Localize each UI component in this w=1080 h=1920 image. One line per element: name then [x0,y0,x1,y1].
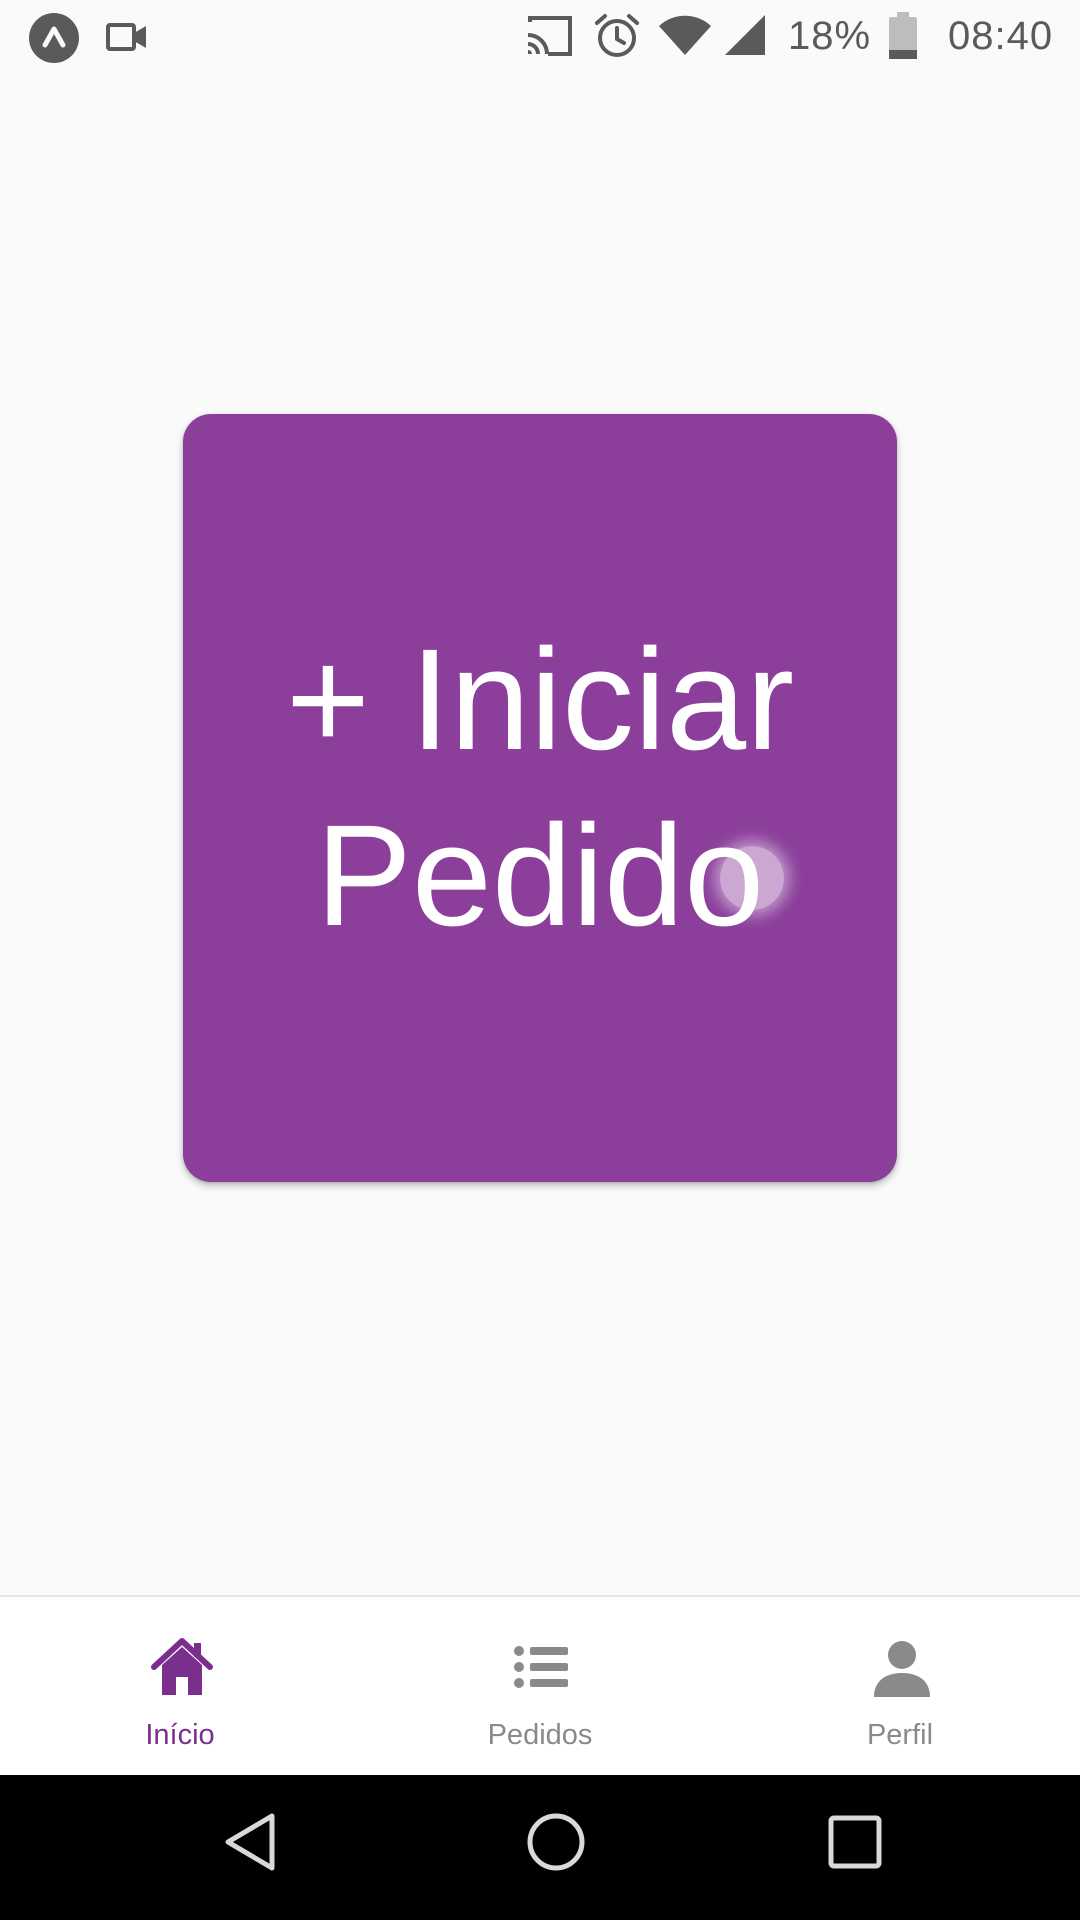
start-order-label: + Iniciar Pedido [285,619,795,956]
cast-icon [526,16,572,61]
bottom-navigation: Início Pedidos Perfil [0,1595,1080,1775]
nav-label-perfil: Perfil [866,1719,934,1751]
battery-percentage: 18% [788,14,872,58]
cell-signal-icon [724,14,766,61]
back-icon[interactable] [222,1812,278,1877]
main-content: + Iniciar Pedido [0,80,1080,1595]
alarm-icon [594,13,640,64]
system-navigation-bar [0,1775,1080,1920]
home-circle-icon[interactable] [526,1812,586,1877]
nav-label-inicio: Início [145,1719,215,1751]
battery-icon [888,12,918,65]
home-icon [151,1638,213,1695]
nav-item-inicio[interactable]: Início [0,1597,360,1775]
start-order-button[interactable]: + Iniciar Pedido [183,414,897,1182]
video-record-icon [106,22,148,57]
nav-item-pedidos[interactable]: Pedidos [360,1597,720,1775]
recents-icon[interactable] [828,1815,882,1874]
wifi-icon [658,14,712,61]
clock: 08:40 [948,14,1054,58]
touch-indicator [720,846,784,910]
nav-item-perfil[interactable]: Perfil [720,1597,1080,1775]
status-bar: 18% 08:40 [0,0,1080,80]
list-icon [514,1646,568,1688]
app-logo-icon [28,12,80,69]
nav-label-pedidos: Pedidos [487,1719,593,1751]
person-icon [874,1641,930,1697]
